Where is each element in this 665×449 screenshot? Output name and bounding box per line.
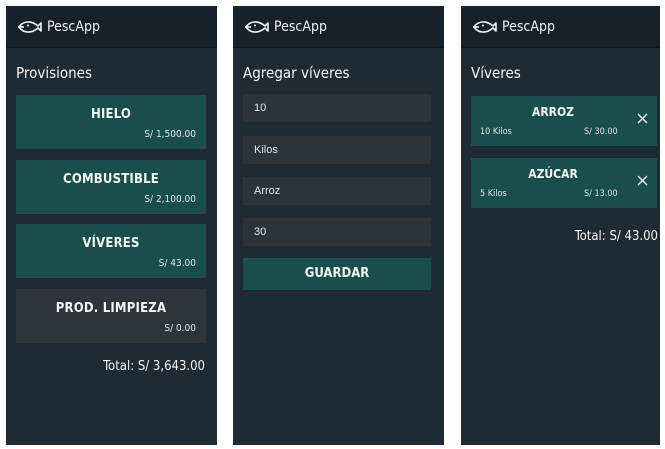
provision-card-hielo[interactable]: HIELO S/ 1,500.00 <box>16 95 206 149</box>
provision-card-prod-limpieza[interactable]: PROD. LIMPIEZA S/ 0.00 <box>16 289 206 343</box>
app-title: PescApp <box>274 18 327 35</box>
provision-amount: S/ 2,100.00 <box>144 194 196 205</box>
provisions-total: Total: S/ 3,643.00 <box>103 359 205 374</box>
app-title: PescApp <box>47 18 100 35</box>
unit-field[interactable]: Kilos <box>243 136 431 164</box>
close-icon[interactable] <box>637 175 648 186</box>
quantity-field[interactable]: 10 <box>243 94 431 122</box>
page-title: Agregar víveres <box>243 64 350 82</box>
fish-icon <box>473 20 497 33</box>
provision-amount: S/ 0.00 <box>164 323 196 334</box>
app-bar: PescApp <box>233 6 444 48</box>
provision-name: COMBUSTIBLE <box>63 172 159 187</box>
item-quantity: 10 Kilos <box>480 127 512 137</box>
item-name: ARROZ <box>532 105 574 119</box>
app-bar: PescApp <box>461 6 660 48</box>
fish-icon <box>245 20 269 33</box>
viveres-screen: PescApp Víveres ARROZ 10 Kilos S/ 30.00 … <box>461 6 660 445</box>
page-title: Víveres <box>471 64 521 82</box>
app-title: PescApp <box>502 18 555 35</box>
item-price: S/ 13.00 <box>584 189 618 199</box>
provision-name: HIELO <box>90 107 132 122</box>
price-field[interactable]: 30 <box>243 218 431 246</box>
agregar-viveres-screen: PescApp Agregar víveres 10 Kilos Arroz 3… <box>233 6 444 445</box>
page-title: Provisiones <box>16 64 93 82</box>
provision-amount: S/ 43.00 <box>158 258 196 269</box>
app-bar: PescApp <box>6 6 217 48</box>
close-icon[interactable] <box>637 113 648 124</box>
product-field[interactable]: Arroz <box>243 177 431 205</box>
provision-amount: S/ 1,500.00 <box>144 129 196 140</box>
provision-name: PROD. LIMPIEZA <box>55 301 167 316</box>
item-name: AZÚCAR <box>528 167 578 181</box>
provisiones-screen: PescApp Provisiones HIELO S/ 1,500.00 CO… <box>6 6 217 445</box>
list-item-arroz[interactable]: ARROZ 10 Kilos S/ 30.00 <box>471 96 657 146</box>
provision-card-viveres[interactable]: VÍVERES S/ 43.00 <box>16 224 206 278</box>
provision-card-combustible[interactable]: COMBUSTIBLE S/ 2,100.00 <box>16 160 206 214</box>
save-button[interactable]: GUARDAR <box>243 258 431 290</box>
provision-name: VÍVERES <box>82 236 140 251</box>
viveres-total: Total: S/ 43.00 <box>574 229 658 244</box>
fish-icon <box>18 20 42 33</box>
item-price: S/ 30.00 <box>584 127 618 137</box>
list-item-azucar[interactable]: AZÚCAR 5 Kilos S/ 13.00 <box>471 158 657 208</box>
item-quantity: 5 Kilos <box>480 189 507 199</box>
